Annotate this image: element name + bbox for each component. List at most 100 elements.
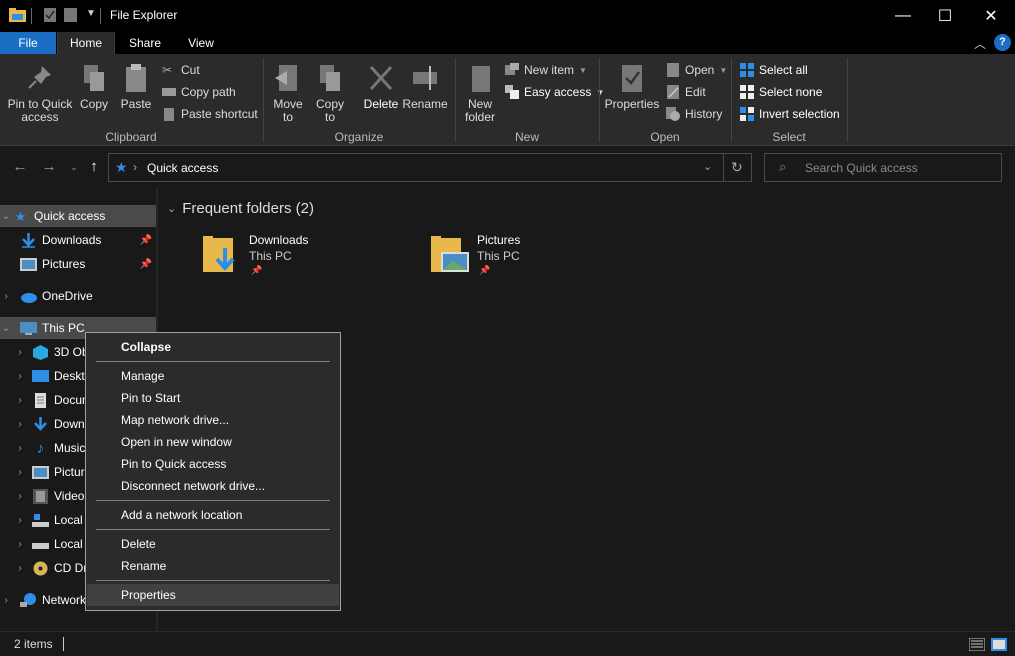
- open-button[interactable]: Open ▼: [666, 60, 727, 80]
- recent-locations-chevron-icon[interactable]: ⌄: [64, 157, 84, 177]
- menu-item-pin-to-quick-access[interactable]: Pin to Quick access: [87, 453, 339, 475]
- properties-qat-icon[interactable]: [43, 8, 57, 22]
- tab-share[interactable]: Share: [117, 32, 173, 54]
- invert-selection-button[interactable]: Invert selection: [740, 104, 840, 124]
- collapsed-chevron-icon[interactable]: ›: [14, 539, 26, 550]
- search-box[interactable]: ⌕ Search Quick access: [764, 153, 1002, 182]
- collapsed-chevron-icon[interactable]: ›: [14, 491, 26, 502]
- forward-arrow-icon[interactable]: →: [39, 157, 59, 177]
- collapsed-chevron-icon[interactable]: ›: [14, 419, 26, 430]
- folder-name: Pictures: [477, 233, 521, 247]
- qat-customize-icon[interactable]: ▼: [86, 8, 96, 19]
- documents-icon: [35, 392, 46, 408]
- menu-item-properties[interactable]: Properties: [87, 584, 339, 606]
- menu-item-add-network-location[interactable]: Add a network location: [87, 504, 339, 526]
- back-arrow-icon[interactable]: ←: [10, 157, 30, 177]
- menu-item-collapse[interactable]: Collapse: [87, 336, 339, 358]
- collapsed-chevron-icon[interactable]: ›: [0, 291, 12, 302]
- desktop-icon: [32, 369, 49, 382]
- tab-view[interactable]: View: [174, 32, 228, 54]
- new-item-button[interactable]: New item ▼: [505, 60, 587, 80]
- new-group-label: New: [514, 130, 539, 144]
- pin-to-quick-access-button[interactable]: Pin to Quick access: [4, 62, 76, 124]
- invert-selection-label: Invert selection: [759, 107, 840, 121]
- collapsed-chevron-icon[interactable]: ›: [14, 515, 26, 526]
- edit-button[interactable]: Edit: [666, 82, 706, 102]
- address-path[interactable]: Quick access: [147, 161, 218, 175]
- up-arrow-icon[interactable]: ↑: [84, 157, 104, 177]
- menu-item-disconnect-network-drive[interactable]: Disconnect network drive...: [87, 475, 339, 497]
- cut-label: Cut: [181, 63, 200, 77]
- copy-to-icon: [320, 65, 340, 91]
- computer-icon: [20, 321, 37, 335]
- menu-item-manage[interactable]: Manage: [87, 365, 339, 387]
- collapse-ribbon-icon[interactable]: ︿: [974, 35, 986, 52]
- copy-to-button[interactable]: Copy to: [310, 62, 350, 124]
- copy-button[interactable]: Copy: [76, 62, 112, 111]
- new-item-icon: [505, 63, 519, 75]
- frequent-folders-header[interactable]: ⌄ Frequent folders (2): [167, 200, 314, 217]
- tab-file[interactable]: File: [0, 32, 56, 54]
- menu-item-map-network-drive[interactable]: Map network drive...: [87, 409, 339, 431]
- menu-item-rename[interactable]: Rename: [87, 555, 339, 577]
- menu-item-open-in-new-window[interactable]: Open in new window: [87, 431, 339, 453]
- select-none-button[interactable]: Select none: [740, 82, 822, 102]
- menu-item-pin-to-start[interactable]: Pin to Start: [87, 387, 339, 409]
- collapsed-chevron-icon[interactable]: ›: [14, 395, 26, 406]
- large-icons-view-icon[interactable]: [991, 638, 1007, 651]
- select-all-button[interactable]: Select all: [740, 60, 808, 80]
- close-button[interactable]: ✕: [968, 0, 1014, 32]
- pin-label: Pin to Quick access: [7, 97, 73, 124]
- nav-item-pictures-pinned[interactable]: Pictures 📌: [0, 253, 156, 275]
- nav-item-quick-access[interactable]: ⌄ ★ Quick access: [0, 205, 156, 227]
- collapsed-chevron-icon[interactable]: ›: [14, 347, 26, 358]
- new-folder-qat-icon[interactable]: [64, 8, 78, 22]
- properties-button[interactable]: Properties: [604, 62, 660, 111]
- cut-button[interactable]: ✂ Cut: [162, 60, 200, 80]
- rename-button[interactable]: Rename: [402, 62, 448, 111]
- nav-item-onedrive[interactable]: › OneDrive: [0, 285, 156, 307]
- expanded-chevron-icon[interactable]: ⌄: [0, 211, 12, 222]
- paste-shortcut-button[interactable]: Paste shortcut: [162, 104, 258, 124]
- delete-button[interactable]: Delete: [360, 62, 402, 111]
- expanded-chevron-icon[interactable]: ⌄: [167, 202, 176, 215]
- easy-access-icon: [505, 85, 519, 99]
- expanded-chevron-icon[interactable]: ⌄: [0, 323, 12, 334]
- address-bar[interactable]: ★ › Quick access ⌄ ↻: [108, 153, 752, 182]
- tab-home[interactable]: Home: [57, 32, 115, 54]
- navigation-bar: ← → ⌄ ↑ ★ › Quick access ⌄ ↻ ⌕ Search Qu…: [0, 147, 1015, 187]
- downloads-folder-icon: [203, 236, 235, 272]
- menu-item-delete[interactable]: Delete: [87, 533, 339, 555]
- details-view-icon[interactable]: [969, 638, 985, 651]
- nav-item-label: Pictures: [42, 257, 86, 271]
- paste-shortcut-icon: [164, 108, 174, 121]
- collapsed-chevron-icon[interactable]: ›: [0, 595, 12, 606]
- breadcrumb-separator-icon[interactable]: ›: [133, 160, 137, 174]
- paste-icon: [126, 64, 146, 92]
- title-bar: ▼ File Explorer — ☐ ✕: [0, 0, 1015, 32]
- nav-item-label: Network: [42, 593, 87, 607]
- collapsed-chevron-icon[interactable]: ›: [14, 563, 26, 574]
- refresh-icon[interactable]: ↻: [731, 159, 743, 176]
- maximize-button[interactable]: ☐: [922, 0, 968, 32]
- collapsed-chevron-icon[interactable]: ›: [14, 443, 26, 454]
- folder-tile-downloads[interactable]: Downloads This PC 📌: [201, 232, 401, 278]
- collapsed-chevron-icon[interactable]: ›: [14, 467, 26, 478]
- address-dropdown-chevron-icon[interactable]: ⌄: [703, 160, 712, 173]
- folder-tile-pictures[interactable]: Pictures This PC 📌: [429, 232, 629, 278]
- quick-access-star-icon: ★: [115, 159, 128, 175]
- nav-item-label: Downloads: [42, 233, 102, 247]
- copy-path-button[interactable]: Copy path: [162, 82, 236, 102]
- move-to-button[interactable]: Move to: [268, 62, 308, 124]
- minimize-button[interactable]: —: [880, 0, 926, 32]
- nav-item-downloads-pinned[interactable]: Downloads 📌: [0, 229, 156, 251]
- paste-button[interactable]: Paste: [118, 62, 154, 111]
- help-icon[interactable]: ?: [994, 34, 1011, 51]
- collapsed-chevron-icon[interactable]: ›: [14, 371, 26, 382]
- select-all-label: Select all: [759, 63, 808, 77]
- search-placeholder[interactable]: Search Quick access: [805, 161, 918, 175]
- easy-access-label: Easy access: [524, 85, 592, 99]
- easy-access-button[interactable]: Easy access ▼: [505, 82, 604, 102]
- history-button[interactable]: History: [666, 104, 722, 124]
- new-folder-button[interactable]: New folder: [460, 62, 500, 124]
